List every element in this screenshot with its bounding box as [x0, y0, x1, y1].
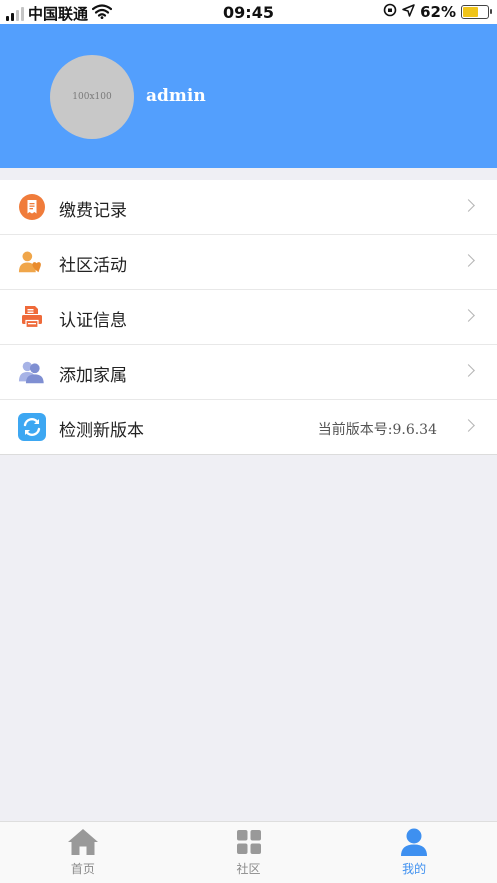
- menu-item-label: 检测新版本: [59, 421, 144, 441]
- menu-item-community-activities[interactable]: 社区活动: [0, 235, 497, 290]
- location-icon: [402, 3, 415, 21]
- avatar-placeholder-text: 100x100: [72, 92, 112, 102]
- menu-item-check-update[interactable]: 检测新版本 当前版本号:9.6.34: [0, 400, 497, 455]
- tab-community[interactable]: 社区: [166, 822, 332, 883]
- username: admin: [146, 86, 206, 106]
- tab-label: 我的: [402, 862, 427, 876]
- home-icon: [66, 827, 100, 857]
- menu-item-label: 添加家属: [59, 366, 127, 386]
- update-refresh-icon: [18, 413, 46, 441]
- tab-mine[interactable]: 我的: [331, 822, 497, 883]
- settings-menu: 缴费记录 社区活动 认证信息 添加家属 检测新版本 当前版本号:9.6.34: [0, 180, 497, 455]
- battery-icon: [461, 5, 492, 19]
- avatar[interactable]: 100x100: [50, 55, 134, 139]
- user-icon: [397, 827, 431, 857]
- certification-printer-icon: [18, 303, 46, 331]
- menu-item-add-family[interactable]: 添加家属: [0, 345, 497, 400]
- tab-label: 首页: [70, 862, 95, 876]
- add-family-icon: [18, 358, 46, 386]
- menu-item-label: 认证信息: [59, 311, 127, 331]
- bottom-tab-bar: 首页 社区 我的: [0, 821, 497, 883]
- status-bar: 中国联通 09:45 62%: [0, 0, 497, 24]
- chevron-right-icon: [462, 419, 475, 432]
- menu-item-payment-records[interactable]: 缴费记录: [0, 180, 497, 235]
- tab-home[interactable]: 首页: [0, 822, 166, 883]
- chevron-right-icon: [462, 309, 475, 322]
- grid-icon: [232, 827, 266, 857]
- community-people-icon: [18, 248, 46, 276]
- chevron-right-icon: [462, 364, 475, 377]
- current-version-text: 当前版本号:9.6.34: [317, 422, 437, 438]
- profile-header: 100x100 admin: [0, 24, 497, 168]
- menu-item-certification-info[interactable]: 认证信息: [0, 290, 497, 345]
- battery-percent: 62%: [420, 3, 456, 21]
- chevron-right-icon: [462, 199, 475, 212]
- status-right: 62%: [383, 3, 492, 21]
- menu-item-label: 社区活动: [59, 256, 127, 276]
- bill-record-icon: [18, 193, 46, 221]
- orientation-lock-icon: [383, 3, 397, 21]
- tab-label: 社区: [236, 862, 261, 876]
- chevron-right-icon: [462, 254, 475, 267]
- menu-item-label: 缴费记录: [59, 201, 127, 221]
